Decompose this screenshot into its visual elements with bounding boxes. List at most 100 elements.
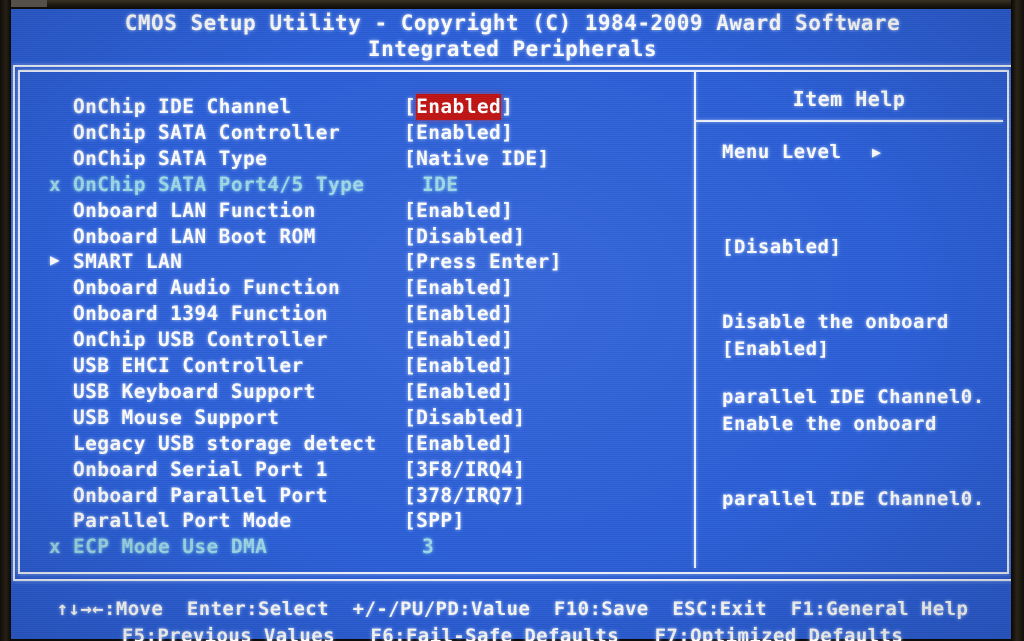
setting-row[interactable]: OnChip USB Controller [Enabled]: [8, 328, 694, 354]
setting-value[interactable]: [Disabled]: [404, 406, 525, 429]
setting-value-text: Disabled: [416, 405, 514, 429]
help-text-enabled: [Enabled] Enable the onboard parallel ID…: [722, 287, 985, 562]
value-bracket-close: ]: [501, 95, 514, 118]
value-bracket-close: ]: [501, 431, 514, 455]
setting-label: Onboard Audio Function: [73, 276, 341, 300]
setting-value[interactable]: [378/IRQ7]: [404, 484, 525, 507]
value-bracket-close: ]: [549, 250, 562, 274]
cmos-setup-screen: CMOS Setup Utility - Copyright (C) 1984-…: [8, 7, 1017, 641]
help-enabled-line-1: Enable the onboard: [722, 413, 937, 435]
value-bracket-close: ]: [501, 120, 514, 144]
setting-value[interactable]: [3F8/IRQ4]: [404, 458, 525, 481]
setting-value-text: Press Enter: [416, 250, 550, 274]
value-bracket-close: ]: [513, 224, 526, 248]
setting-value-text: IDE: [422, 172, 459, 196]
value-bracket-open: [: [404, 224, 417, 248]
setting-value-text: Enabled: [416, 354, 502, 377]
value-bracket-open: [: [404, 120, 417, 144]
setting-label: Parallel Port Mode: [73, 509, 292, 533]
setting-row[interactable]: Onboard LAN Boot ROM [Disabled]: [8, 225, 694, 251]
value-bracket-open: [: [404, 457, 417, 481]
setting-row[interactable]: Onboard Parallel Port [378/IRQ7]: [8, 484, 694, 510]
setting-value[interactable]: [Enabled]: [404, 94, 514, 120]
setting-value[interactable]: [Enabled]: [404, 276, 513, 299]
value-bracket-open: [: [404, 302, 417, 326]
help-disabled-heading: [Disabled]: [722, 236, 842, 258]
disabled-marker-icon: x: [48, 535, 62, 559]
monitor-bezel-highlight: [11, 0, 47, 7]
value-bracket-close: ]: [501, 354, 514, 377]
setting-label: OnChip IDE Channel: [73, 95, 292, 118]
setting-value-text: 378/IRQ7: [416, 483, 514, 507]
value-bracket-open: [: [404, 250, 417, 274]
value-bracket-open: [: [404, 276, 417, 300]
setting-value[interactable]: 3: [422, 535, 434, 558]
setting-value-text: Enabled: [416, 94, 502, 120]
setting-row[interactable]: Onboard LAN Function [Enabled]: [8, 199, 694, 225]
setting-value[interactable]: [Disabled]: [404, 225, 525, 248]
setting-label: USB Mouse Support: [73, 405, 280, 429]
value-bracket-close: ]: [452, 509, 465, 533]
value-bracket-open: [: [404, 146, 417, 170]
setting-value[interactable]: [Enabled]: [404, 380, 513, 403]
value-bracket-close: ]: [513, 405, 526, 429]
settings-list: OnChip IDE Channel [Enabled] OnChip SATA C…: [8, 7, 694, 641]
setting-value[interactable]: [Enabled]: [404, 302, 513, 325]
value-bracket-close: ]: [513, 457, 526, 481]
setting-value[interactable]: [Enabled]: [404, 328, 513, 351]
setting-row[interactable]: Onboard 1394 Function [Enabled]: [8, 302, 694, 328]
setting-row[interactable]: x ECP Mode Use DMA 3: [8, 535, 694, 561]
setting-row[interactable]: USB EHCI Controller [Enabled]: [8, 354, 694, 380]
setting-value[interactable]: [Enabled]: [404, 199, 513, 222]
setting-label: Onboard Parallel Port: [73, 483, 328, 507]
setting-label: Onboard 1394 Function: [73, 302, 328, 326]
value-bracket-open: [: [404, 509, 417, 533]
submenu-arrow-icon: ▶: [49, 250, 61, 270]
setting-value-text: Disabled: [416, 224, 514, 248]
value-bracket-open: [: [404, 95, 417, 118]
value-bracket-close: ]: [501, 379, 514, 403]
help-enabled-line-2: parallel IDE Channel0.: [722, 488, 985, 510]
setting-value-text: Enabled: [416, 198, 502, 222]
setting-label: Legacy USB storage detect: [73, 431, 377, 455]
setting-row[interactable]: OnChip SATA Controller [Enabled]: [8, 121, 694, 147]
setting-row[interactable]: OnChip IDE Channel [Enabled]: [8, 94, 694, 121]
setting-value-text: 3: [422, 535, 435, 559]
value-bracket-open: [: [404, 354, 417, 377]
setting-label: SMART LAN: [73, 250, 183, 274]
setting-row[interactable]: Parallel Port Mode [SPP]: [8, 509, 694, 535]
value-bracket-close: ]: [513, 483, 526, 507]
setting-value-text: Enabled: [416, 302, 502, 326]
setting-value[interactable]: [Enabled]: [404, 432, 513, 455]
setting-value[interactable]: [Press Enter]: [404, 250, 562, 273]
setting-value[interactable]: [SPP]: [404, 509, 465, 532]
value-bracket-open: [: [404, 198, 417, 222]
value-bracket-close: ]: [501, 276, 514, 300]
setting-value-text: 3F8/IRQ4: [416, 457, 514, 481]
value-bracket-open: [: [404, 328, 417, 352]
value-bracket-close: ]: [501, 198, 514, 222]
setting-row[interactable]: OnChip SATA Type [Native IDE]: [8, 147, 694, 173]
setting-value[interactable]: [Enabled]: [404, 354, 513, 377]
setting-label: OnChip SATA Port4/5 Type: [73, 172, 365, 196]
disabled-marker-icon: x: [48, 172, 62, 196]
setting-value[interactable]: IDE: [422, 173, 458, 196]
setting-row[interactable]: ▶ SMART LAN [Press Enter]: [8, 250, 694, 276]
setting-label: USB EHCI Controller: [73, 354, 304, 377]
setting-row[interactable]: x OnChip SATA Port4/5 Type IDE: [8, 173, 694, 199]
setting-value-text: SPP: [416, 509, 453, 533]
setting-row[interactable]: USB Mouse Support [Disabled]: [8, 406, 694, 432]
setting-value[interactable]: [Enabled]: [404, 121, 513, 144]
menu-level-label: Menu Level: [722, 141, 842, 163]
bios-screen-photo: CMOS Setup Utility - Copyright (C) 1984-…: [0, 0, 1024, 641]
setting-row[interactable]: Onboard Serial Port 1 [3F8/IRQ4]: [8, 458, 694, 484]
setting-label: Onboard LAN Function: [73, 198, 316, 222]
setting-row[interactable]: USB Keyboard Support [Enabled]: [8, 380, 694, 406]
setting-row[interactable]: Legacy USB storage detect [Enabled]: [8, 432, 694, 458]
setting-row[interactable]: Onboard Audio Function [Enabled]: [8, 276, 694, 302]
setting-label: OnChip USB Controller: [73, 328, 328, 352]
item-help-title: Item Help: [792, 87, 906, 111]
setting-value[interactable]: [Native IDE]: [404, 147, 550, 170]
value-bracket-close: ]: [501, 328, 514, 352]
setting-value-text: Enabled: [416, 379, 502, 403]
